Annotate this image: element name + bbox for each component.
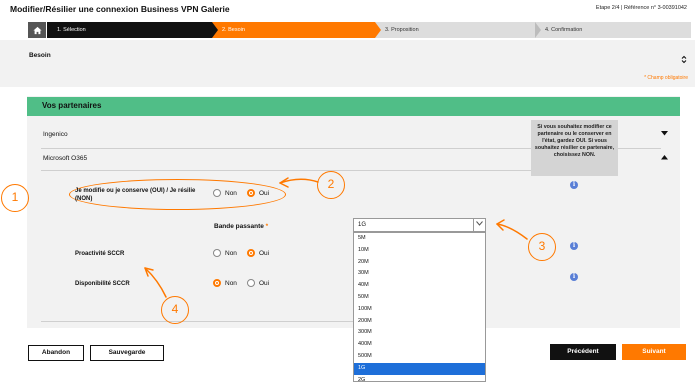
save-button[interactable]: Sauvegarde [90,345,164,361]
annotation-arrows [144,177,528,298]
annotation-arrow-3 [496,223,528,240]
next-button[interactable]: Suivant [622,344,686,360]
previous-button[interactable]: Précédent [550,344,616,360]
abandon-button[interactable]: Abandon [28,345,84,361]
annotation-arrow-4 [144,267,167,298]
